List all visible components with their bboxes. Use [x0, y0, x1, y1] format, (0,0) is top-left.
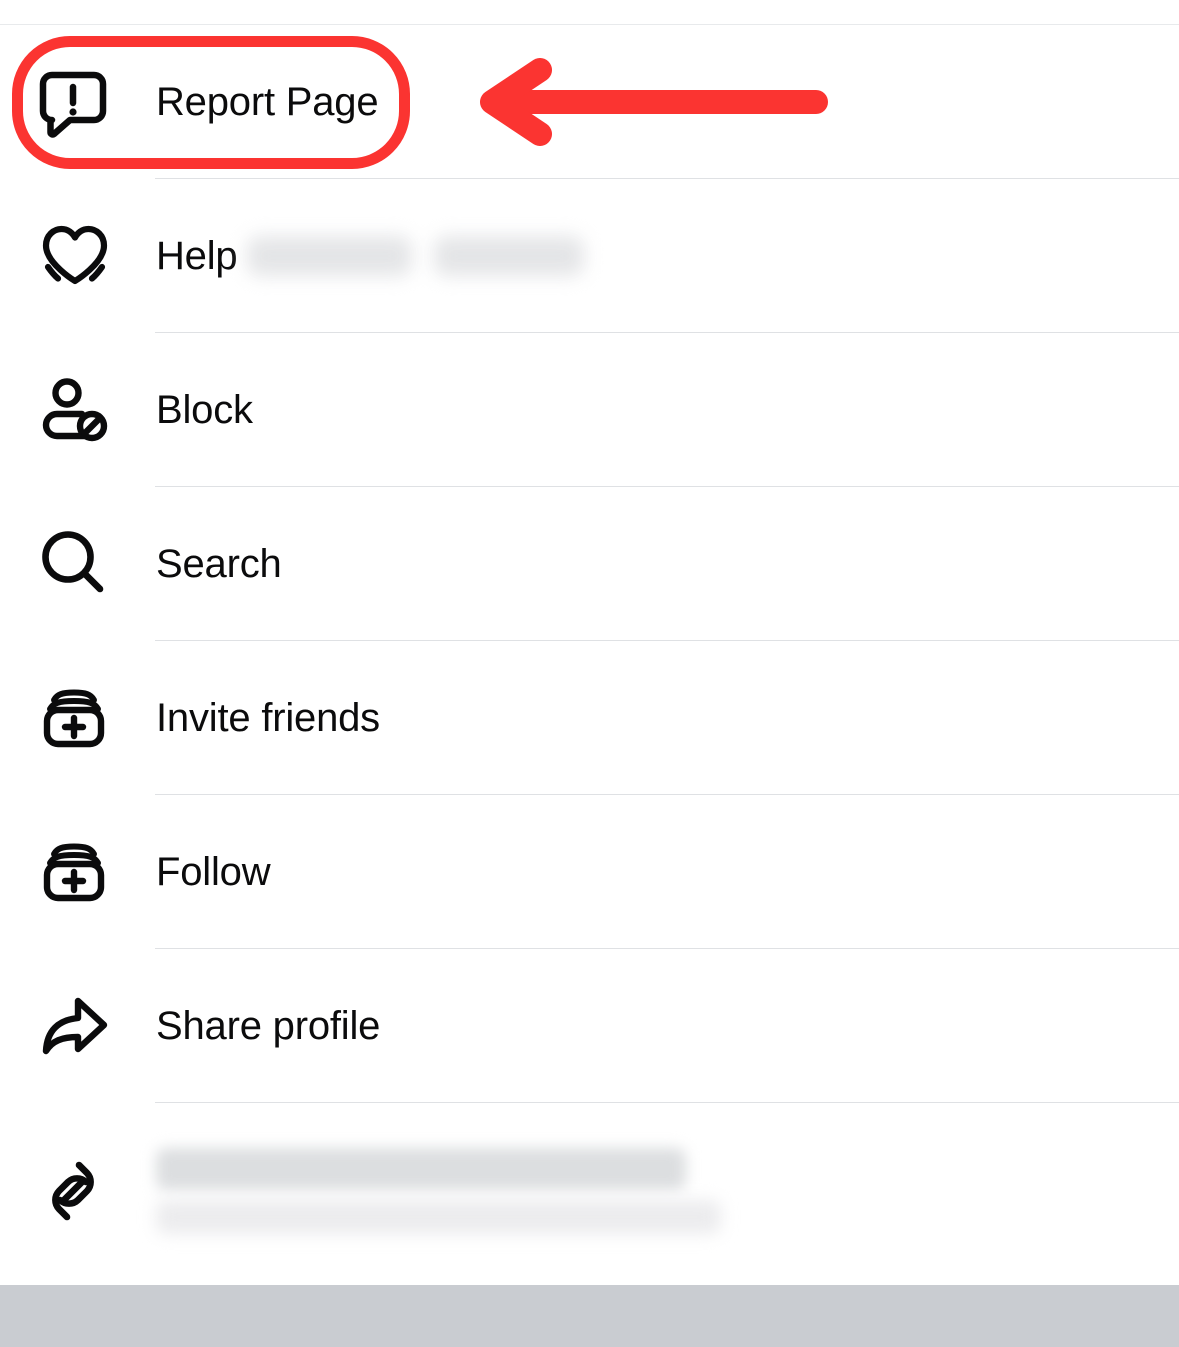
redacted-text-copy-link	[156, 1147, 1179, 1234]
menu-item-label-cell	[128, 1147, 1179, 1234]
person-block-icon	[28, 370, 128, 450]
menu-item-label: Share profile	[156, 1004, 381, 1048]
menu-item-label: Report Page	[156, 80, 379, 124]
heart-support-icon	[28, 215, 128, 297]
menu-item-label-cell: Follow	[128, 849, 1179, 895]
search-magnifier-icon	[28, 524, 128, 604]
share-arrow-icon	[28, 985, 128, 1067]
menu-item-label-cell: Search	[128, 541, 1179, 587]
menu-item-copy-link[interactable]	[0, 1103, 1179, 1278]
menu-item-label-cell: Block	[128, 387, 1179, 433]
menu-item-block[interactable]: Block	[0, 333, 1179, 487]
menu-item-label: Block	[156, 388, 253, 432]
redaction-block	[434, 236, 585, 276]
menu-item-search[interactable]: Search	[0, 487, 1179, 641]
menu-item-report-page[interactable]: Report Page	[0, 25, 1179, 179]
menu-item-label: Invite friends	[156, 696, 380, 740]
menu-item-label: Follow	[156, 850, 271, 894]
chain-link-icon	[28, 1152, 128, 1230]
options-menu-list: Report Page Help Block Search Invite fri…	[0, 25, 1179, 1278]
options-menu-screen: Report Page Help Block Search Invite fri…	[0, 0, 1179, 1347]
report-speech-bubble-exclamation-icon	[28, 63, 128, 141]
menu-item-share-profile[interactable]: Share profile	[0, 949, 1179, 1103]
menu-item-help[interactable]: Help	[0, 179, 1179, 333]
redaction-block	[247, 236, 413, 276]
menu-item-invite-friends[interactable]: Invite friends	[0, 641, 1179, 795]
menu-item-label: Search	[156, 542, 282, 586]
redacted-text-help	[247, 236, 585, 276]
add-stack-plus-icon	[28, 832, 128, 912]
menu-item-label-cell: Invite friends	[128, 695, 1179, 741]
menu-item-follow[interactable]: Follow	[0, 795, 1179, 949]
redaction-block	[156, 1199, 721, 1234]
redaction-block	[156, 1147, 686, 1190]
add-stack-plus-icon	[28, 678, 128, 758]
menu-item-label-cell: Share profile	[128, 1003, 1179, 1049]
bottom-status-bar	[0, 1285, 1179, 1347]
menu-item-label-cell: Report Page	[128, 79, 1179, 125]
menu-item-label-cell: Help	[128, 233, 1179, 279]
menu-item-label: Help	[156, 234, 238, 278]
